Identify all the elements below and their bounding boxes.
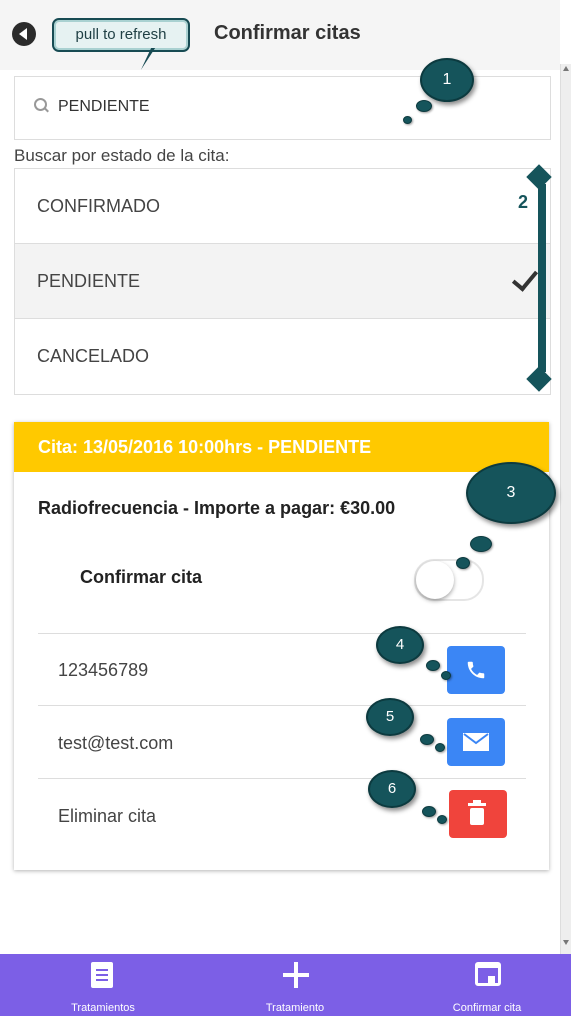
callout-6-bubble: 6 [368, 770, 416, 808]
callout-dot [420, 734, 434, 745]
phone-number: 123456789 [58, 660, 149, 680]
phone-icon [467, 661, 485, 679]
callout-dot [422, 806, 436, 817]
filter-option-cancelado[interactable]: CANCELADO [15, 319, 550, 393]
delete-button[interactable] [449, 790, 507, 838]
status-filter-list: CONFIRMADO PENDIENTE CANCELADO [14, 168, 551, 395]
nav-tratamiento[interactable]: Tratamiento [200, 954, 390, 1016]
trash-icon [468, 800, 486, 825]
filter-label: Buscar por estado de la cita: [14, 146, 230, 165]
filter-option-confirmado[interactable]: CONFIRMADO [15, 169, 550, 244]
call-button[interactable] [447, 646, 505, 694]
back-button[interactable] [12, 22, 36, 46]
double-arrow-bar [538, 184, 546, 372]
callout-dot [403, 116, 412, 124]
callout-dot [470, 536, 492, 552]
nav-label: Tratamientos [71, 1002, 135, 1014]
callout-dot [441, 671, 451, 680]
calendar-icon [475, 962, 501, 986]
search-icon [34, 98, 47, 111]
callout-dot [437, 815, 447, 824]
callout-dot [456, 557, 470, 569]
callout-4-bubble: 4 [376, 626, 424, 664]
callout-dot [416, 100, 432, 112]
filter-option-pendiente[interactable]: PENDIENTE [15, 244, 550, 319]
callout-dot [435, 743, 445, 752]
nav-label: Confirmar cita [452, 1002, 522, 1014]
mail-icon [463, 733, 489, 751]
nav-tratamientos[interactable]: Tratamientos [8, 954, 198, 1016]
callout-3-bubble: 3 [466, 462, 556, 524]
page-title: Confirmar citas [214, 22, 361, 44]
scroll-down-arrow-icon[interactable] [563, 940, 569, 945]
nav-label: Tratamiento [265, 1002, 325, 1014]
email-address: test@test.com [58, 733, 174, 753]
email-button[interactable] [447, 718, 505, 766]
search-input[interactable]: PENDIENTE [58, 98, 150, 116]
filter-option-label: PENDIENTE [37, 271, 141, 291]
bottom-nav: Tratamientos Tratamiento Confirmar cita [0, 954, 571, 1016]
appointment-header: Cita: 13/05/2016 10:00hrs - PENDIENTE [14, 422, 549, 472]
confirm-label: Confirmar cita [80, 567, 203, 587]
pull-to-refresh-tooltip: pull to refresh [52, 18, 190, 52]
treatment-price: Radiofrecuencia - Importe a pagar: €30.0… [38, 498, 396, 518]
checkmark-icon [511, 264, 539, 292]
callout-dot [426, 660, 440, 671]
nav-confirmar-cita[interactable]: Confirmar cita [392, 954, 571, 1016]
toggle-knob[interactable] [416, 561, 454, 599]
callout-1-bubble: 1 [420, 58, 474, 102]
delete-label: Eliminar cita [58, 806, 157, 826]
callout-2-label: 2 [518, 192, 529, 212]
callout-5-bubble: 5 [366, 698, 414, 736]
document-icon [91, 962, 113, 988]
scrollbar[interactable] [560, 64, 571, 954]
scroll-up-arrow-icon[interactable] [563, 66, 569, 71]
plus-icon [283, 960, 309, 990]
